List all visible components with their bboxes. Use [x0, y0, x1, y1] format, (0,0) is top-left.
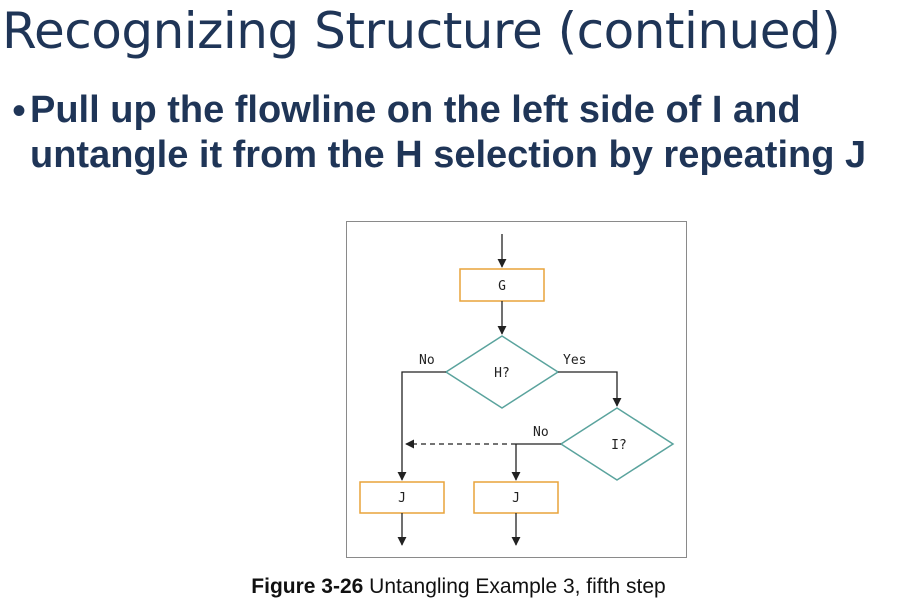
- flowline-h-no: [397, 371, 446, 481]
- slide-title: Recognizing Structure (continued): [2, 2, 841, 60]
- label-i-no: No: [533, 425, 549, 440]
- node-h-label: H?: [494, 366, 510, 381]
- label-h-yes: Yes: [563, 353, 586, 368]
- figure-number: Figure 3-26: [251, 575, 364, 598]
- node-i-label: I?: [611, 438, 627, 453]
- figure-caption-text: Untangling Example 3, fifth step: [363, 575, 666, 598]
- flowline-h-yes: [558, 371, 622, 407]
- bullet-text: Pull up the flowline on the left side of…: [30, 89, 867, 176]
- node-j-right-label: J: [512, 491, 520, 506]
- flowchart-svg: G H? No Yes I? No J J: [359, 234, 675, 546]
- flowchart-figure: G H? No Yes I? No J J: [346, 221, 687, 558]
- node-j-left-label: J: [398, 491, 406, 506]
- label-h-no: No: [419, 353, 435, 368]
- node-g-label: G: [498, 279, 506, 294]
- figure-caption: Figure 3-26 Untangling Example 3, fifth …: [0, 574, 917, 600]
- bullet-marker: •: [12, 89, 27, 133]
